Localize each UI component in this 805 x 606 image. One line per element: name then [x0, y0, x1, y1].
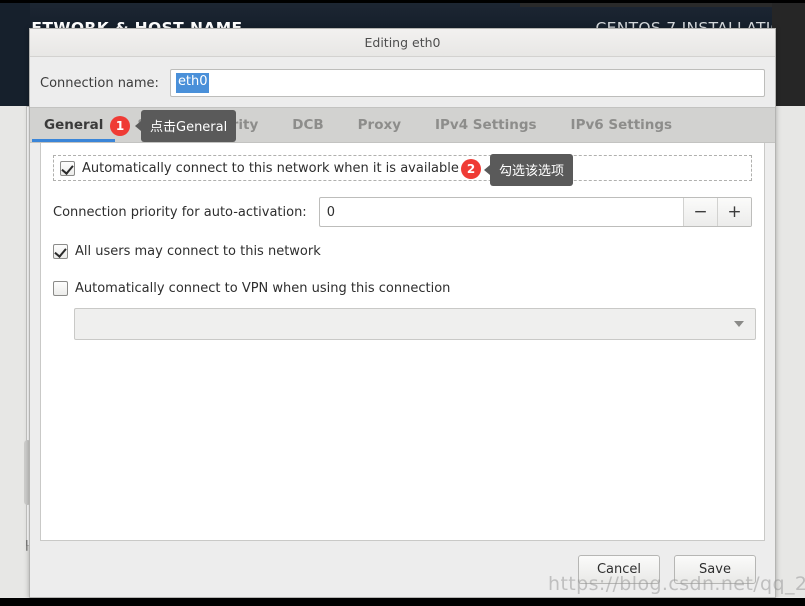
annotation-tooltip-1: 点击General [134, 110, 237, 142]
connection-priority-value[interactable]: 0 [320, 198, 683, 226]
all-users-row[interactable]: All users may connect to this network [53, 244, 752, 259]
connection-name-value: eth0 [175, 73, 209, 93]
installer-left-margin [0, 106, 26, 598]
all-users-checkbox[interactable] [53, 244, 68, 259]
all-users-label: All users may connect to this network [75, 244, 321, 259]
annotation-tooltip-2: 勾选该选项 [483, 154, 574, 186]
priority-decrement-button[interactable]: − [683, 198, 717, 226]
tab-ipv4-settings[interactable]: IPv4 Settings [435, 117, 537, 142]
annotation-badge-2: 2 [461, 159, 481, 179]
tab-general[interactable]: General [31, 117, 116, 142]
vpn-connection-select[interactable] [74, 308, 756, 340]
tab-dcb[interactable]: DCB [292, 117, 323, 142]
header-top-strip [520, 3, 805, 7]
dialog-titlebar: Editing eth0 [30, 29, 775, 57]
annotation-badge-1: 1 [110, 116, 130, 136]
connection-name-row: Connection name: eth0 [30, 57, 775, 107]
header-right-block [772, 3, 805, 106]
auto-vpn-label: Automatically connect to VPN when using … [75, 281, 451, 296]
screen: NETWORK & HOST NAME CENTOS 7 INSTALLATIO… [0, 0, 805, 606]
connection-priority-row: Connection priority for auto-activation:… [53, 197, 752, 227]
tab-ipv6-settings[interactable]: IPv6 Settings [571, 117, 673, 142]
auto-connect-label: Automatically connect to this network wh… [82, 160, 459, 176]
dialog-title: Editing eth0 [364, 35, 441, 50]
header-left-block [0, 3, 30, 106]
auto-vpn-row[interactable]: Automatically connect to VPN when using … [53, 281, 752, 296]
priority-increment-button[interactable]: + [717, 198, 751, 226]
connection-priority-label: Connection priority for auto-activation: [53, 204, 307, 220]
connection-name-input[interactable]: eth0 [169, 69, 765, 97]
auto-vpn-checkbox[interactable] [53, 281, 68, 296]
connection-name-label: Connection name: [40, 75, 159, 91]
watermark: https://blog.csdn.net/qq_29954171 [548, 573, 805, 595]
general-tab-panel: Automatically connect to this network wh… [40, 143, 765, 541]
tab-proxy[interactable]: Proxy [358, 117, 401, 142]
screen-bottom-edge [0, 598, 805, 606]
auto-connect-checkbox[interactable] [60, 160, 75, 176]
chevron-down-icon [734, 321, 744, 327]
auto-connect-row[interactable]: Automatically connect to this network wh… [53, 155, 752, 181]
connection-priority-stepper[interactable]: 0 − + [318, 197, 752, 227]
